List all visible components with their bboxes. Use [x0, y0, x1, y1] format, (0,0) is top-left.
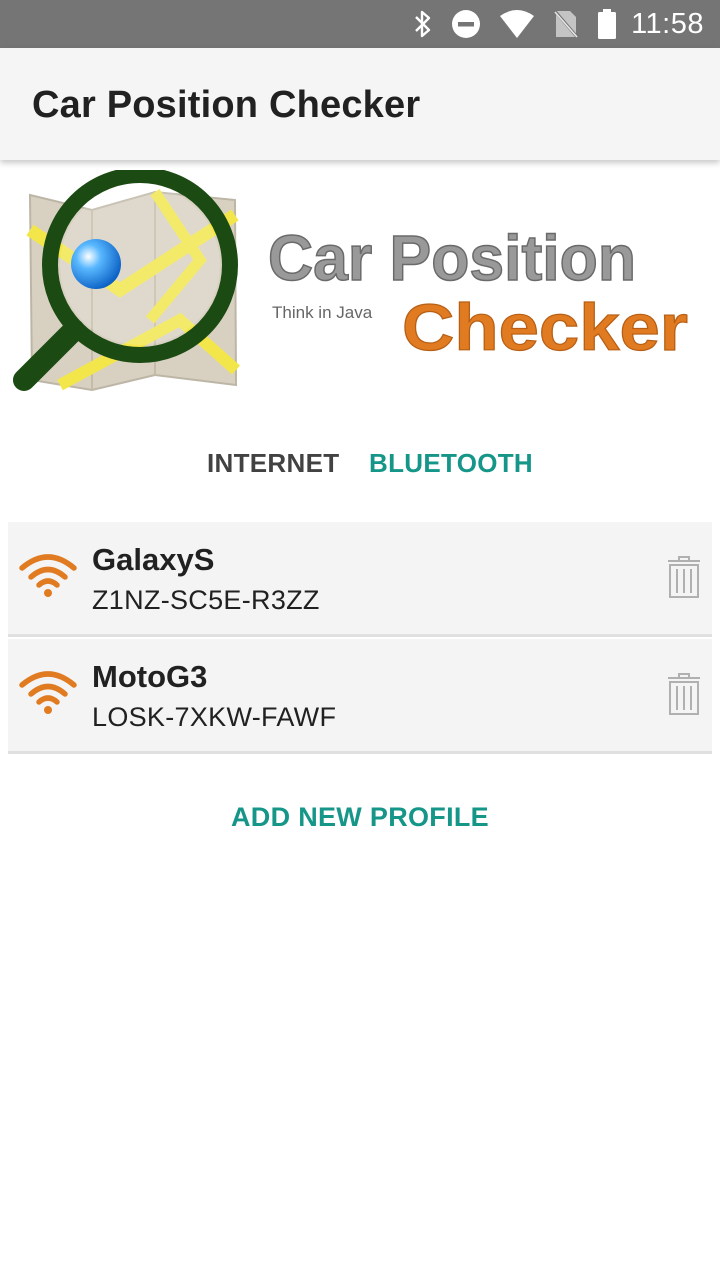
bluetooth-icon [413, 9, 433, 39]
status-bar: 11:58 [0, 0, 720, 48]
tab-bluetooth[interactable]: BLUETOOTH [369, 448, 533, 479]
add-new-profile-button[interactable]: ADD NEW PROFILE [0, 802, 720, 833]
do-not-disturb-icon [451, 9, 481, 39]
profile-code: LOSK-7XKW-FAWF [92, 702, 337, 732]
wifi-icon [18, 669, 78, 720]
profile-item[interactable]: MotoG3 LOSK-7XKW-FAWF [8, 639, 712, 754]
logo-text-checker: Checker [402, 290, 688, 364]
profile-name: MotoG3 [92, 659, 208, 694]
app-logo-banner: Car Position Think in Java Checker [0, 170, 720, 420]
profile-list: GalaxyS Z1NZ-SC5E-R3ZZ MotoG3 LOSK-7XKW-… [8, 522, 712, 756]
battery-icon [597, 9, 617, 39]
profile-code: Z1NZ-SC5E-R3ZZ [92, 585, 320, 615]
app-bar: Car Position Checker [0, 48, 720, 160]
app-title: Car Position Checker [32, 84, 421, 126]
connection-tabs: INTERNET BLUETOOTH [0, 448, 720, 488]
map-magnifier-icon [13, 170, 240, 392]
no-sim-icon [553, 9, 580, 39]
profile-name: GalaxyS [92, 542, 215, 577]
logo-text-car-position: Car Position [268, 222, 636, 294]
tab-internet[interactable]: INTERNET [207, 448, 339, 479]
profile-item[interactable]: GalaxyS Z1NZ-SC5E-R3ZZ [8, 522, 712, 637]
clock: 11:58 [631, 7, 704, 40]
wifi-signal-icon [499, 9, 535, 39]
delete-profile-icon[interactable] [666, 672, 702, 721]
wifi-icon [18, 552, 78, 603]
delete-profile-icon[interactable] [666, 555, 702, 604]
logo-tagline: Think in Java [272, 303, 373, 322]
